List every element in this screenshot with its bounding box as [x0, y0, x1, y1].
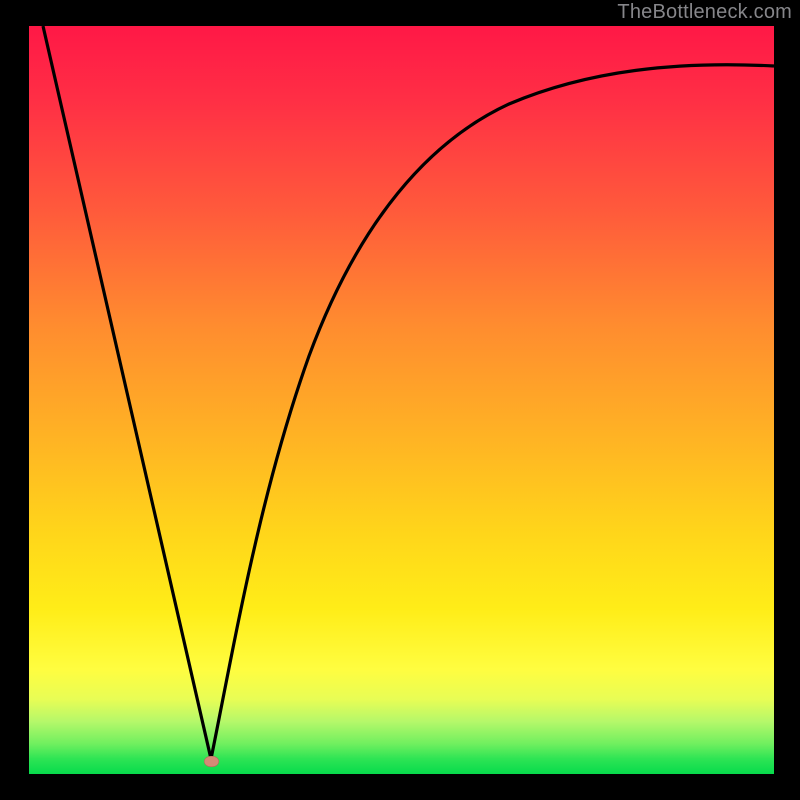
- minimum-marker: [204, 756, 219, 767]
- watermark-text: TheBottleneck.com: [617, 1, 792, 24]
- curve-right-branch: [211, 65, 774, 759]
- chart-frame: TheBottleneck.com: [0, 0, 800, 800]
- curve-left-branch: [43, 26, 211, 759]
- bottleneck-curve: [29, 26, 774, 774]
- plot-area: [29, 26, 774, 774]
